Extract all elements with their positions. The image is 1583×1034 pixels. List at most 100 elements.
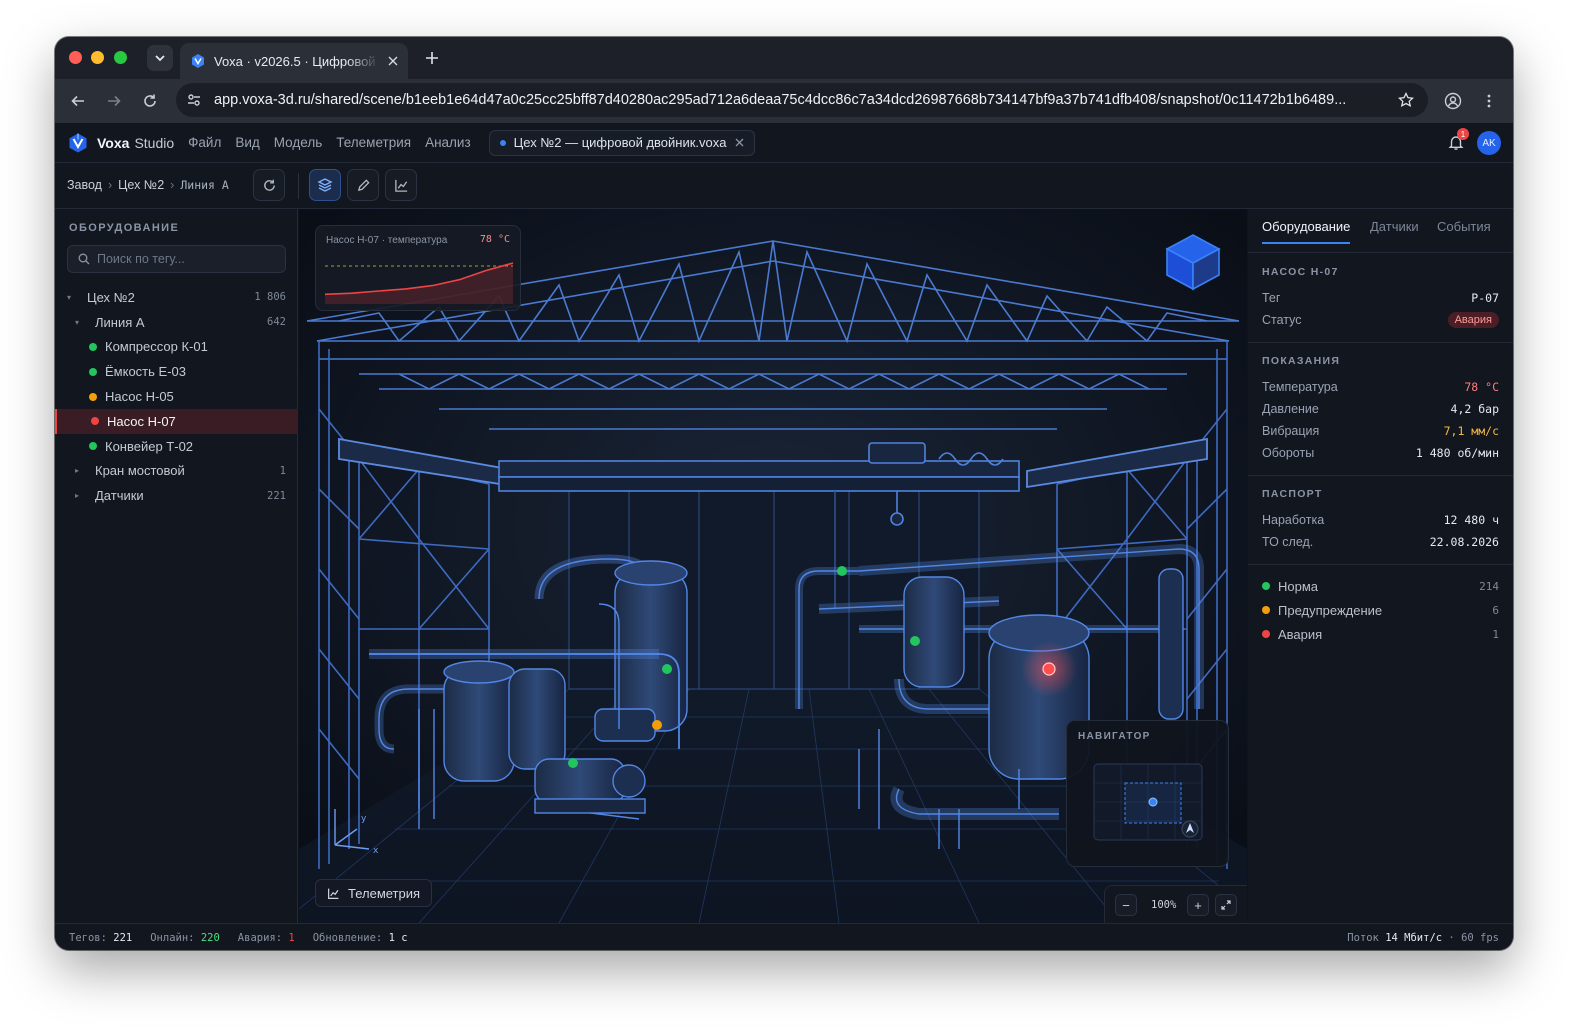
tree-item-conveyor[interactable]: Конвейер Т-02 xyxy=(55,434,298,459)
update-label: Обновление: xyxy=(312,932,383,944)
breadcrumb-line[interactable]: Линия А xyxy=(180,178,228,192)
telemetry-button-label: Телеметрия xyxy=(348,885,421,901)
address-bar[interactable]: app.voxa-3d.ru/shared/scene/b1eeb1e64d47… xyxy=(176,83,1428,117)
tag-value: P-07 xyxy=(1471,291,1499,305)
sensor-marker-warn[interactable] xyxy=(652,720,662,730)
legend-row-warn[interactable]: Предупреждение 6 xyxy=(1262,600,1499,620)
unsaved-dot xyxy=(499,139,506,146)
browser-tab-title: Voxa · v2026.5 · Цифровой двойник xyxy=(214,53,380,69)
browser-tab-active[interactable]: Voxa · v2026.5 · Цифровой двойник xyxy=(180,43,408,79)
zoom-out-button[interactable]: − xyxy=(1115,894,1137,916)
menu-file[interactable]: Файл xyxy=(188,135,221,150)
tag-row: Тег P-07 xyxy=(1262,288,1499,308)
menu-view[interactable]: Вид xyxy=(235,135,259,150)
legend-row-ok[interactable]: Норма 214 xyxy=(1262,576,1499,596)
zoom-in-button[interactable]: + xyxy=(1187,894,1209,916)
expand-caret-icon[interactable]: ▾ xyxy=(67,293,71,302)
temperature-sparkline-card[interactable]: Насос Н-07 · температура 78 °C xyxy=(315,225,521,311)
telemetry-toggle-button[interactable]: Телеметрия xyxy=(315,879,433,907)
tab-equipment[interactable]: Оборудование xyxy=(1262,219,1351,244)
measure-tool-button[interactable] xyxy=(347,169,379,201)
scene-toolbar: Завод › Цех №2 › Линия А xyxy=(55,163,1513,209)
reload-button[interactable] xyxy=(138,89,162,113)
profile-button[interactable] xyxy=(1441,89,1465,113)
minimize-window-button[interactable] xyxy=(91,51,104,64)
equipment-tree: ▾ Цех №2 1 806 ▾ Линия А 642 Компрессор … xyxy=(55,285,298,508)
reading-value: 78 °C xyxy=(1464,380,1499,394)
tree-item-sensors[interactable]: ▸ Датчики 221 xyxy=(55,483,298,508)
site-settings-icon[interactable] xyxy=(186,92,202,108)
reading-row: Вибрация 7,1 мм/с xyxy=(1262,421,1499,441)
collapse-caret-icon[interactable]: ▸ xyxy=(75,491,79,500)
tags-metric: Тегов: 221 xyxy=(69,932,132,944)
brand[interactable]: Voxa Studio xyxy=(67,132,174,154)
legend-row-alarm[interactable]: Авария 1 xyxy=(1262,624,1499,644)
camera-position-marker xyxy=(1148,797,1158,807)
layers-tool-button[interactable] xyxy=(309,169,341,201)
arrow-left-icon xyxy=(71,95,84,107)
tree-item-line[interactable]: ▾ Линия А 642 xyxy=(55,310,298,335)
breadcrumb-separator: › xyxy=(107,178,113,192)
tree-item-pump-h05[interactable]: Насос Н-05 xyxy=(55,384,298,409)
back-button[interactable] xyxy=(66,89,90,113)
tab-sensors[interactable]: Датчики xyxy=(1370,219,1419,242)
chart-tool-button[interactable] xyxy=(385,169,417,201)
minimap-canvas[interactable] xyxy=(1093,763,1205,843)
arrow-right-icon xyxy=(108,95,121,107)
navigator-minimap[interactable]: НАВИГАТОР xyxy=(1066,720,1229,867)
sensor-marker-ok[interactable] xyxy=(910,636,920,646)
zoom-level: 100% xyxy=(1151,899,1177,911)
tag-search-input[interactable] xyxy=(97,252,267,266)
app-header: Voxa Studio Файл Вид Модель Телеметрия А… xyxy=(55,123,1513,163)
tag-label: Тег xyxy=(1262,291,1281,305)
breadcrumb-shop[interactable]: Цех №2 xyxy=(118,178,164,192)
bookmark-star-icon[interactable] xyxy=(1398,92,1414,108)
tree-item-tank[interactable]: Ёмкость Е-03 xyxy=(55,359,298,384)
collapse-caret-icon[interactable]: ▸ xyxy=(75,466,79,475)
status-ok-dot xyxy=(89,342,97,351)
legend-count: 214 xyxy=(1479,579,1499,593)
inspector-panel: Оборудование Датчики События НАСОС Н-07 … xyxy=(1248,209,1513,923)
forward-button[interactable] xyxy=(102,89,126,113)
sensor-marker-ok[interactable] xyxy=(568,758,578,768)
user-avatar[interactable]: AK xyxy=(1477,131,1501,155)
breadcrumb-plant[interactable]: Завод xyxy=(67,178,102,192)
axis-x-label: x xyxy=(373,846,379,856)
online-metric: Онлайн: 220 xyxy=(150,932,220,944)
menu-analysis[interactable]: Анализ xyxy=(425,135,471,150)
tags-label: Тегов: xyxy=(69,932,107,944)
browser-menu-button[interactable] xyxy=(1477,89,1501,113)
close-tab-icon[interactable] xyxy=(388,56,398,66)
menu-telemetry[interactable]: Телеметрия xyxy=(336,135,411,150)
legend-label: Предупреждение xyxy=(1278,602,1383,618)
tree-item-compressor[interactable]: Компрессор К-01 xyxy=(55,335,298,360)
status-ok-dot xyxy=(89,442,97,451)
refresh-scene-button[interactable] xyxy=(253,169,285,201)
menu-model[interactable]: Модель xyxy=(274,135,322,150)
sensor-marker-ok[interactable] xyxy=(837,566,847,576)
voxa-logo-icon xyxy=(69,133,87,152)
new-tab-button[interactable] xyxy=(421,47,443,69)
scene-viewport[interactable]: y x Насос Н-07 · температура 78 °C Телем… xyxy=(299,209,1247,923)
expand-caret-icon[interactable]: ▾ xyxy=(75,318,79,327)
tree-item-crane[interactable]: ▸ Кран мостовой 1 xyxy=(55,459,298,484)
tree-item-label: Ёмкость Е-03 xyxy=(105,364,186,380)
sensor-marker-ok[interactable] xyxy=(662,664,672,674)
maximize-window-button[interactable] xyxy=(114,51,127,64)
close-document-icon[interactable] xyxy=(735,138,744,147)
reading-label: Температура xyxy=(1262,380,1338,394)
status-row: Статус Авария xyxy=(1262,310,1499,330)
sensor-marker-alarm[interactable] xyxy=(1042,662,1056,676)
close-window-button[interactable] xyxy=(69,51,82,64)
tree-item-pump-h07[interactable]: Насос Н-07 xyxy=(55,408,298,434)
legend-label: Авария xyxy=(1278,626,1323,642)
fullscreen-button[interactable] xyxy=(1215,894,1237,916)
notifications-button[interactable]: 1 xyxy=(1447,128,1469,153)
tab-search-button[interactable] xyxy=(147,45,173,71)
tab-events[interactable]: События xyxy=(1437,219,1491,242)
tree-item-shop[interactable]: ▾ Цех №2 1 806 xyxy=(55,285,298,310)
main-menu: Файл Вид Модель Телеметрия Анализ xyxy=(188,135,471,150)
document-tab[interactable]: Цех №2 — цифровой двойник.voxa xyxy=(488,129,755,156)
status-warn-dot xyxy=(1262,606,1270,614)
tree-item-label: Линия А xyxy=(95,314,145,330)
